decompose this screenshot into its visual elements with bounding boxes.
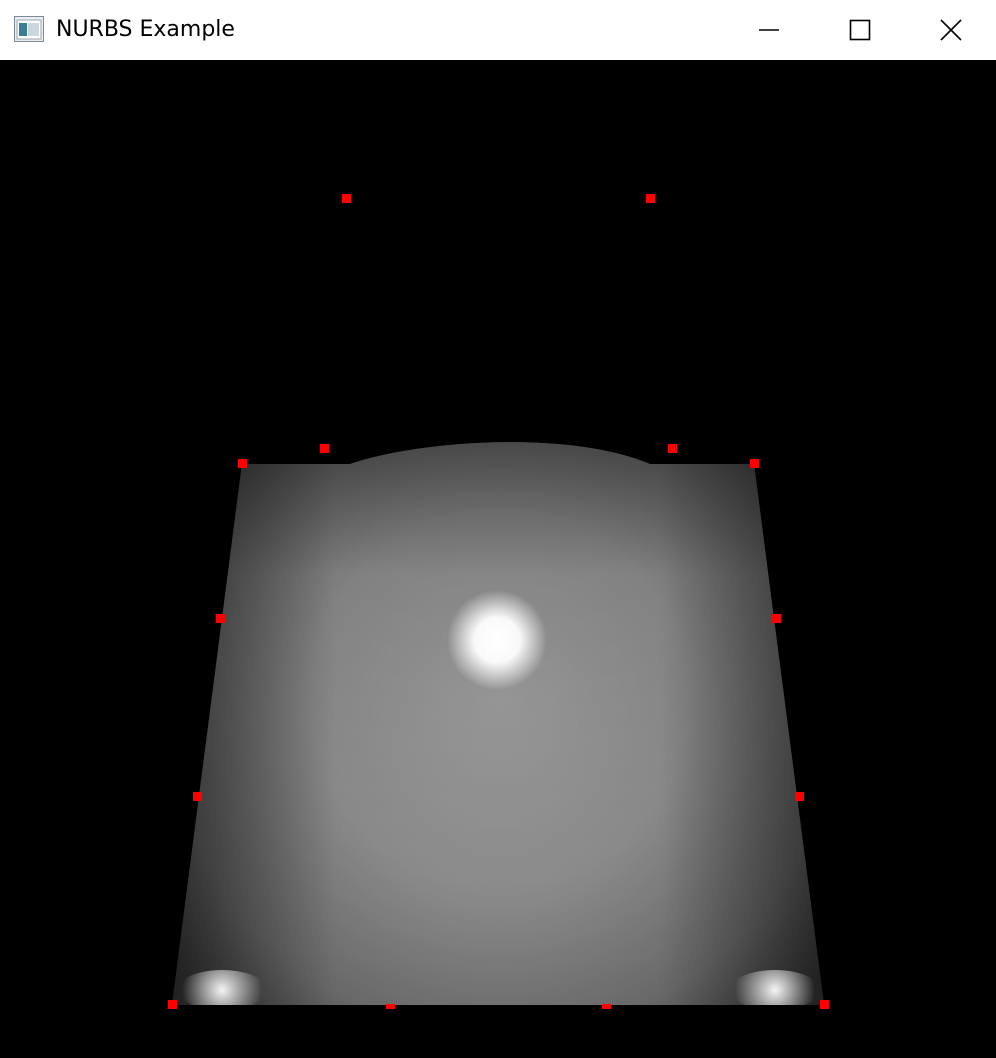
- opengl-viewport[interactable]: [0, 60, 996, 1058]
- maximize-icon: [849, 19, 871, 41]
- window-title: NURBS Example: [56, 17, 235, 42]
- nurbs-scene: [168, 194, 829, 1009]
- control-point[interactable]: [386, 1004, 395, 1009]
- control-point[interactable]: [320, 444, 329, 453]
- close-button[interactable]: [906, 0, 996, 60]
- control-point[interactable]: [168, 1000, 177, 1009]
- control-point[interactable]: [342, 194, 351, 203]
- nurbs-window: NURBS Example: [0, 0, 996, 1058]
- minimize-button[interactable]: [724, 0, 814, 60]
- control-point[interactable]: [820, 1000, 829, 1009]
- control-point[interactable]: [216, 614, 225, 623]
- control-point[interactable]: [646, 194, 655, 203]
- nurbs-surface: [172, 442, 824, 1005]
- control-point[interactable]: [772, 614, 781, 623]
- app-window-icon: [14, 16, 44, 42]
- maximize-button[interactable]: [815, 0, 905, 60]
- control-point[interactable]: [238, 459, 247, 468]
- close-icon: [940, 19, 962, 41]
- minimize-icon: [759, 29, 779, 31]
- control-point[interactable]: [602, 1004, 611, 1009]
- title-bar[interactable]: NURBS Example: [0, 0, 996, 60]
- control-point[interactable]: [668, 444, 677, 453]
- control-point[interactable]: [795, 792, 804, 801]
- control-point[interactable]: [193, 792, 202, 801]
- control-point[interactable]: [750, 459, 759, 468]
